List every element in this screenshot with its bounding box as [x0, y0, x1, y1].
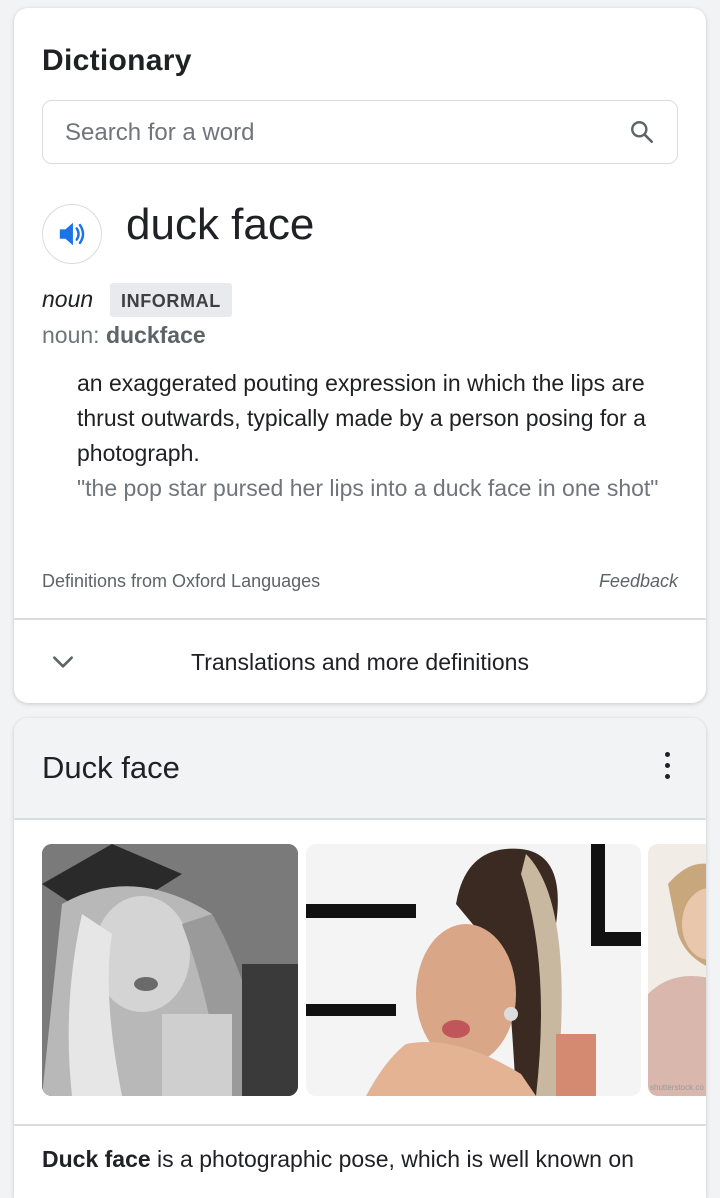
search-box[interactable]: [42, 100, 678, 164]
dictionary-card: Dictionary duck face noun INFORMAL noun:…: [14, 8, 706, 703]
feedback-link[interactable]: Feedback: [599, 571, 678, 592]
knowledge-panel-card: Duck face shutterstock.co Duck face is a…: [14, 718, 706, 1198]
watermark-text: shutterstock.co: [650, 1083, 704, 1092]
description-text: is a photographic pose, which is well kn…: [150, 1146, 634, 1172]
more-options-icon[interactable]: [664, 752, 672, 780]
definition-source: Definitions from Oxford Languages: [42, 571, 321, 591]
search-icon[interactable]: [629, 119, 655, 145]
image-thumbnail-3[interactable]: shutterstock.co: [648, 844, 706, 1096]
search-input[interactable]: [63, 101, 627, 164]
variant-form: noun: duckface: [42, 322, 206, 349]
dictionary-title: Dictionary: [42, 44, 192, 77]
divider: [14, 1124, 706, 1126]
pronunciation-button[interactable]: [42, 204, 102, 264]
definition-example: "the pop star pursed her lips into a duc…: [77, 475, 659, 501]
translations-expander[interactable]: Translations and more definitions: [14, 619, 706, 703]
divider: [14, 818, 706, 820]
headword: duck face: [126, 200, 315, 249]
translations-label: Translations and more definitions: [191, 649, 529, 675]
knowledge-panel-header: Duck face: [14, 718, 706, 818]
description-term: Duck face: [42, 1146, 151, 1172]
variant-prefix: noun:: [42, 322, 100, 348]
knowledge-panel-description: Duck face is a photographic pose, which …: [42, 1146, 706, 1173]
speaker-icon: [59, 222, 85, 246]
photo-grayscale-selfie-icon: [42, 844, 298, 1096]
photo-celebrity-duck-face-icon: [306, 844, 641, 1096]
image-thumbnail-1[interactable]: [42, 844, 298, 1096]
register-badge: INFORMAL: [110, 283, 232, 317]
image-thumbnail-2[interactable]: [306, 844, 641, 1096]
definition-text: an exaggerated pouting expression in whi…: [77, 370, 646, 466]
knowledge-panel-title: Duck face: [42, 750, 180, 785]
photo-partial-icon: shutterstock.co: [648, 844, 706, 1096]
variant-word: duckface: [105, 322, 206, 348]
part-of-speech: noun: [42, 286, 94, 312]
